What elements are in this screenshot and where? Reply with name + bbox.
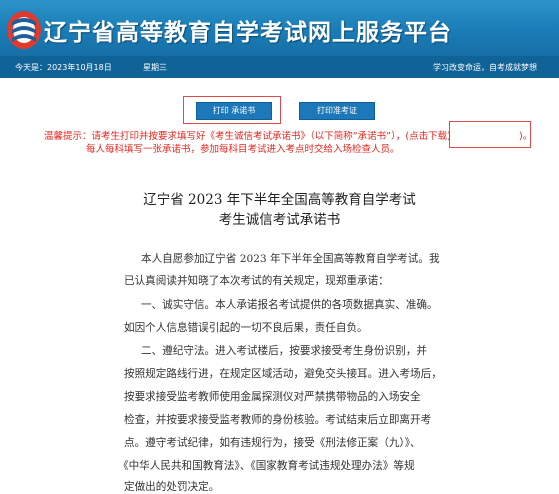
info-bar: 今天是：2023年10月18日 星期三 学习改变命运，自考成就梦想	[0, 56, 559, 78]
paragraph-line: 如因个人信息错误引起的一切不良后果，责任自负。	[124, 322, 368, 334]
notice-line-1-end: )。	[519, 131, 533, 142]
paragraph-line: 已认真阅读并知晓了本次考试的有关规定，现郑重承诺：	[124, 275, 389, 287]
paragraph-line: 二、遵纪守法。进入考试楼后，按要求接受考生身份识别，并	[141, 345, 428, 357]
weekday-label: 星期三	[143, 63, 167, 72]
current-date: 今天是：2023年10月18日	[15, 63, 112, 72]
notice-line-1: 温馨提示：请考生打印并按要求填写好《考生诚信考试承诺书》（以下简称“承诺书”），…	[44, 128, 451, 142]
paragraph-line: 检查，并按要求接受监考教师的身份核验。考试结束后立即离开考	[124, 414, 432, 426]
print-pledge-button[interactable]: 打印 承诺书	[196, 102, 272, 120]
download-link[interactable]: (点击下载)	[405, 131, 450, 142]
slogan-text: 学习改变命运，自考成就梦想	[433, 63, 537, 72]
paragraph-line: 按照规定路线行进，在规定区域活动，避免交头接耳。进入考场后，	[124, 368, 442, 380]
paragraph-line: 一、诚实守信。本人承诺报名考试提供的各项数据真实、准确。	[141, 299, 438, 311]
document-title-line-1: 辽宁省 2023 年下半年全国高等教育自学考试	[143, 192, 416, 208]
exam-logo-icon	[7, 11, 41, 49]
document-title-line-2: 考生诚信考试承诺书	[218, 212, 341, 228]
site-header: 辽宁省高等教育自学考试网上服务平台	[0, 0, 559, 56]
print-admission-ticket-button[interactable]: 打印准考证	[299, 102, 375, 120]
paragraph-line: 按要求接受监考教师使用金属探测仪对严禁携带物品的入场安全	[124, 391, 421, 403]
notice-line-2: 每人每科填写一张承诺书，参加每科目考试进入考点时交给入场检查人员。	[86, 144, 400, 155]
paragraph-line: 点。遵守考试纪律，如有违规行为，接受《刑法修正案（九）》、	[124, 437, 421, 449]
paragraph-line: 《中华人民共和国教育法》、《国家教育考试违规处理办法》等规	[118, 460, 415, 472]
site-title: 辽宁省高等教育自学考试网上服务平台	[44, 20, 452, 46]
paragraph-line: 本人自愿参加辽宁省 2023 年下半年全国高等教育自学考试。我	[141, 253, 440, 265]
